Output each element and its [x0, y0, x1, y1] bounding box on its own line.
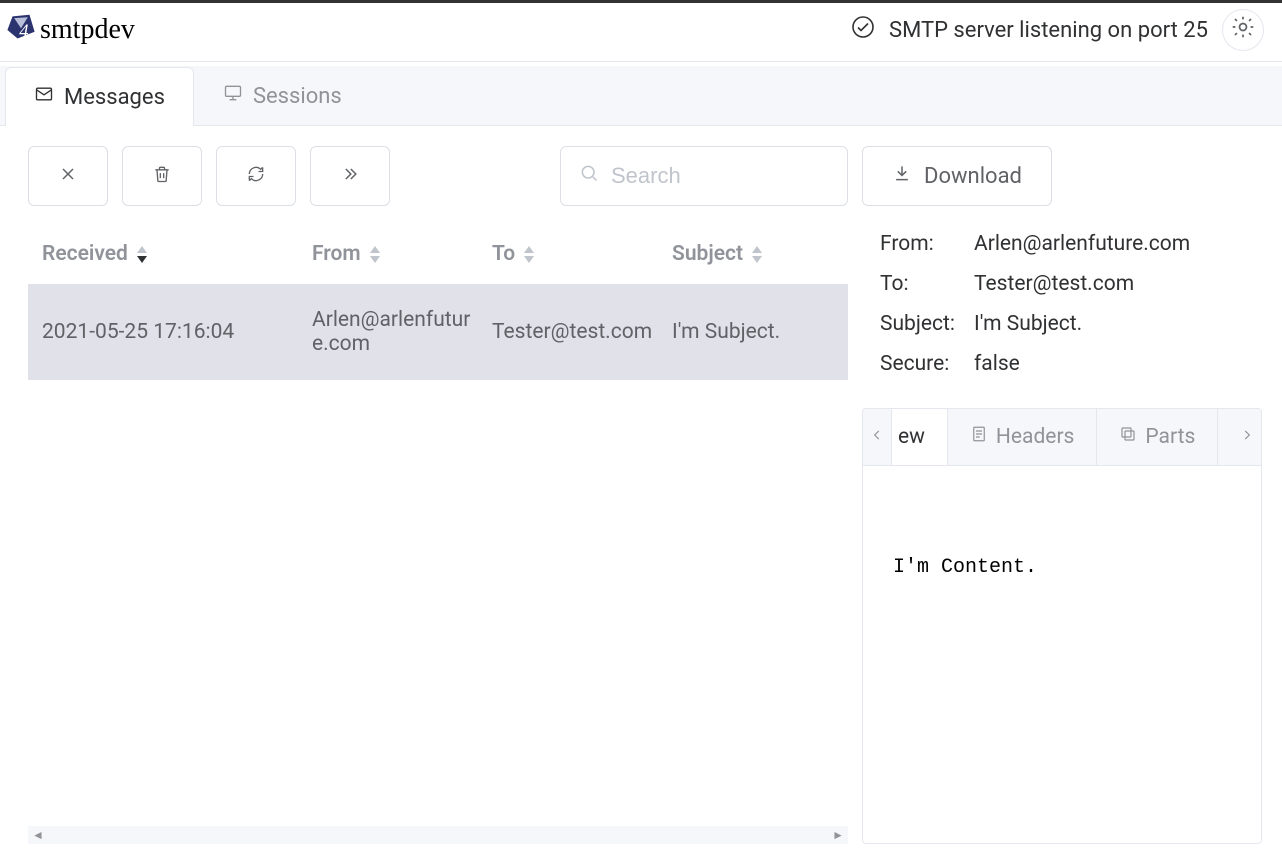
- sort-icon: [369, 246, 381, 263]
- content-area: Received From To: [0, 126, 1282, 844]
- mail-icon: [34, 84, 54, 110]
- tab-label: Headers: [996, 425, 1074, 449]
- detail-label: To:: [880, 272, 974, 296]
- message-body: I'm Content.: [863, 466, 1261, 843]
- tab-label: Sessions: [253, 84, 342, 109]
- detail-tabs: ew Headers: [862, 408, 1262, 844]
- tab-label: Messages: [64, 85, 165, 110]
- cell-from: Arlen@arlenfuture.com: [312, 308, 492, 356]
- tab-view[interactable]: ew: [891, 409, 948, 465]
- app-logo: 4 smtpdev: [4, 13, 135, 47]
- detail-row-from: From: Arlen@arlenfuture.com: [880, 224, 1262, 264]
- sort-icon: [136, 246, 148, 263]
- logo-text-smtp: smtp: [40, 14, 94, 46]
- tab-label: Parts: [1145, 425, 1195, 449]
- scroll-left-icon: ◄: [32, 828, 44, 842]
- search-input[interactable]: [611, 163, 829, 189]
- detail-tab-strip: ew Headers: [863, 409, 1261, 466]
- document-icon: [970, 425, 988, 449]
- logo-icon: 4: [4, 13, 38, 47]
- column-to[interactable]: To: [492, 242, 672, 266]
- chevron-double-right-icon: [340, 164, 360, 188]
- detail-row-secure: Secure: false: [880, 344, 1262, 384]
- svg-text:4: 4: [19, 21, 28, 42]
- refresh-button[interactable]: [216, 146, 296, 206]
- check-circle-icon: [851, 15, 875, 45]
- sort-icon: [751, 246, 763, 263]
- detail-label: From:: [880, 232, 974, 256]
- column-received[interactable]: Received: [42, 242, 312, 266]
- refresh-icon: [246, 164, 266, 188]
- table-header-row: Received From To: [28, 224, 848, 284]
- trash-icon: [152, 164, 172, 188]
- detail-row-subject: Subject: I'm Subject.: [880, 304, 1262, 344]
- tab-messages[interactable]: Messages: [5, 67, 194, 126]
- header-right: SMTP server listening on port 25: [851, 9, 1264, 51]
- app-header: 4 smtpdev SMTP server listening on port …: [0, 3, 1282, 62]
- detail-table: From: Arlen@arlenfuture.com To: Tester@t…: [862, 224, 1262, 384]
- tab-scroll-left[interactable]: [863, 409, 891, 465]
- relay-button[interactable]: [310, 146, 390, 206]
- sort-icon: [523, 246, 535, 263]
- column-label: From: [312, 242, 361, 266]
- tab-label: ew: [898, 425, 925, 449]
- copy-icon: [1119, 425, 1137, 449]
- gear-icon: [1230, 14, 1256, 46]
- tab-headers[interactable]: Headers: [948, 409, 1097, 465]
- scroll-right-icon: ►: [832, 828, 844, 842]
- message-toolbar: [28, 146, 848, 206]
- column-label: To: [492, 242, 515, 266]
- column-from[interactable]: From: [312, 242, 492, 266]
- message-detail-pane: Download From: Arlen@arlenfuture.com To:…: [862, 146, 1262, 844]
- monitor-icon: [223, 83, 243, 109]
- cell-subject: I'm Subject.: [672, 320, 834, 344]
- chevron-left-icon: [870, 428, 884, 446]
- settings-button[interactable]: [1222, 9, 1264, 51]
- chevron-right-icon: [1240, 428, 1254, 446]
- download-label: Download: [924, 164, 1022, 189]
- close-icon: [58, 164, 78, 188]
- detail-tab-list: ew Headers: [891, 409, 1233, 465]
- logo-text-dev: dev: [94, 14, 134, 46]
- search-box[interactable]: [560, 146, 848, 206]
- download-icon: [892, 163, 912, 189]
- column-label: Subject: [672, 242, 743, 266]
- detail-value: I'm Subject.: [974, 312, 1262, 336]
- tab-parts[interactable]: Parts: [1097, 409, 1218, 465]
- detail-value: Arlen@arlenfuture.com: [974, 232, 1262, 256]
- table-row[interactable]: 2021-05-25 17:16:04 Arlen@arlenfuture.co…: [28, 284, 848, 380]
- detail-label: Secure:: [880, 352, 974, 376]
- server-status-text: SMTP server listening on port 25: [889, 18, 1208, 43]
- detail-label: Subject:: [880, 312, 974, 336]
- search-icon: [579, 163, 611, 189]
- horizontal-scrollbar[interactable]: ◄ ►: [28, 826, 848, 844]
- tab-scroll-right[interactable]: [1233, 409, 1261, 465]
- detail-row-to: To: Tester@test.com: [880, 264, 1262, 304]
- detail-value: Tester@test.com: [974, 272, 1262, 296]
- column-subject[interactable]: Subject: [672, 242, 834, 266]
- download-button[interactable]: Download: [862, 146, 1052, 206]
- cell-received: 2021-05-25 17:16:04: [42, 320, 312, 344]
- main-tab-strip: Messages Sessions: [0, 66, 1282, 126]
- message-table: Received From To: [28, 224, 848, 844]
- clear-button[interactable]: [28, 146, 108, 206]
- column-label: Received: [42, 242, 128, 266]
- tab-sessions[interactable]: Sessions: [194, 66, 371, 125]
- cell-to: Tester@test.com: [492, 320, 672, 344]
- message-list-pane: Received From To: [28, 146, 848, 844]
- detail-value: false: [974, 352, 1262, 376]
- delete-button[interactable]: [122, 146, 202, 206]
